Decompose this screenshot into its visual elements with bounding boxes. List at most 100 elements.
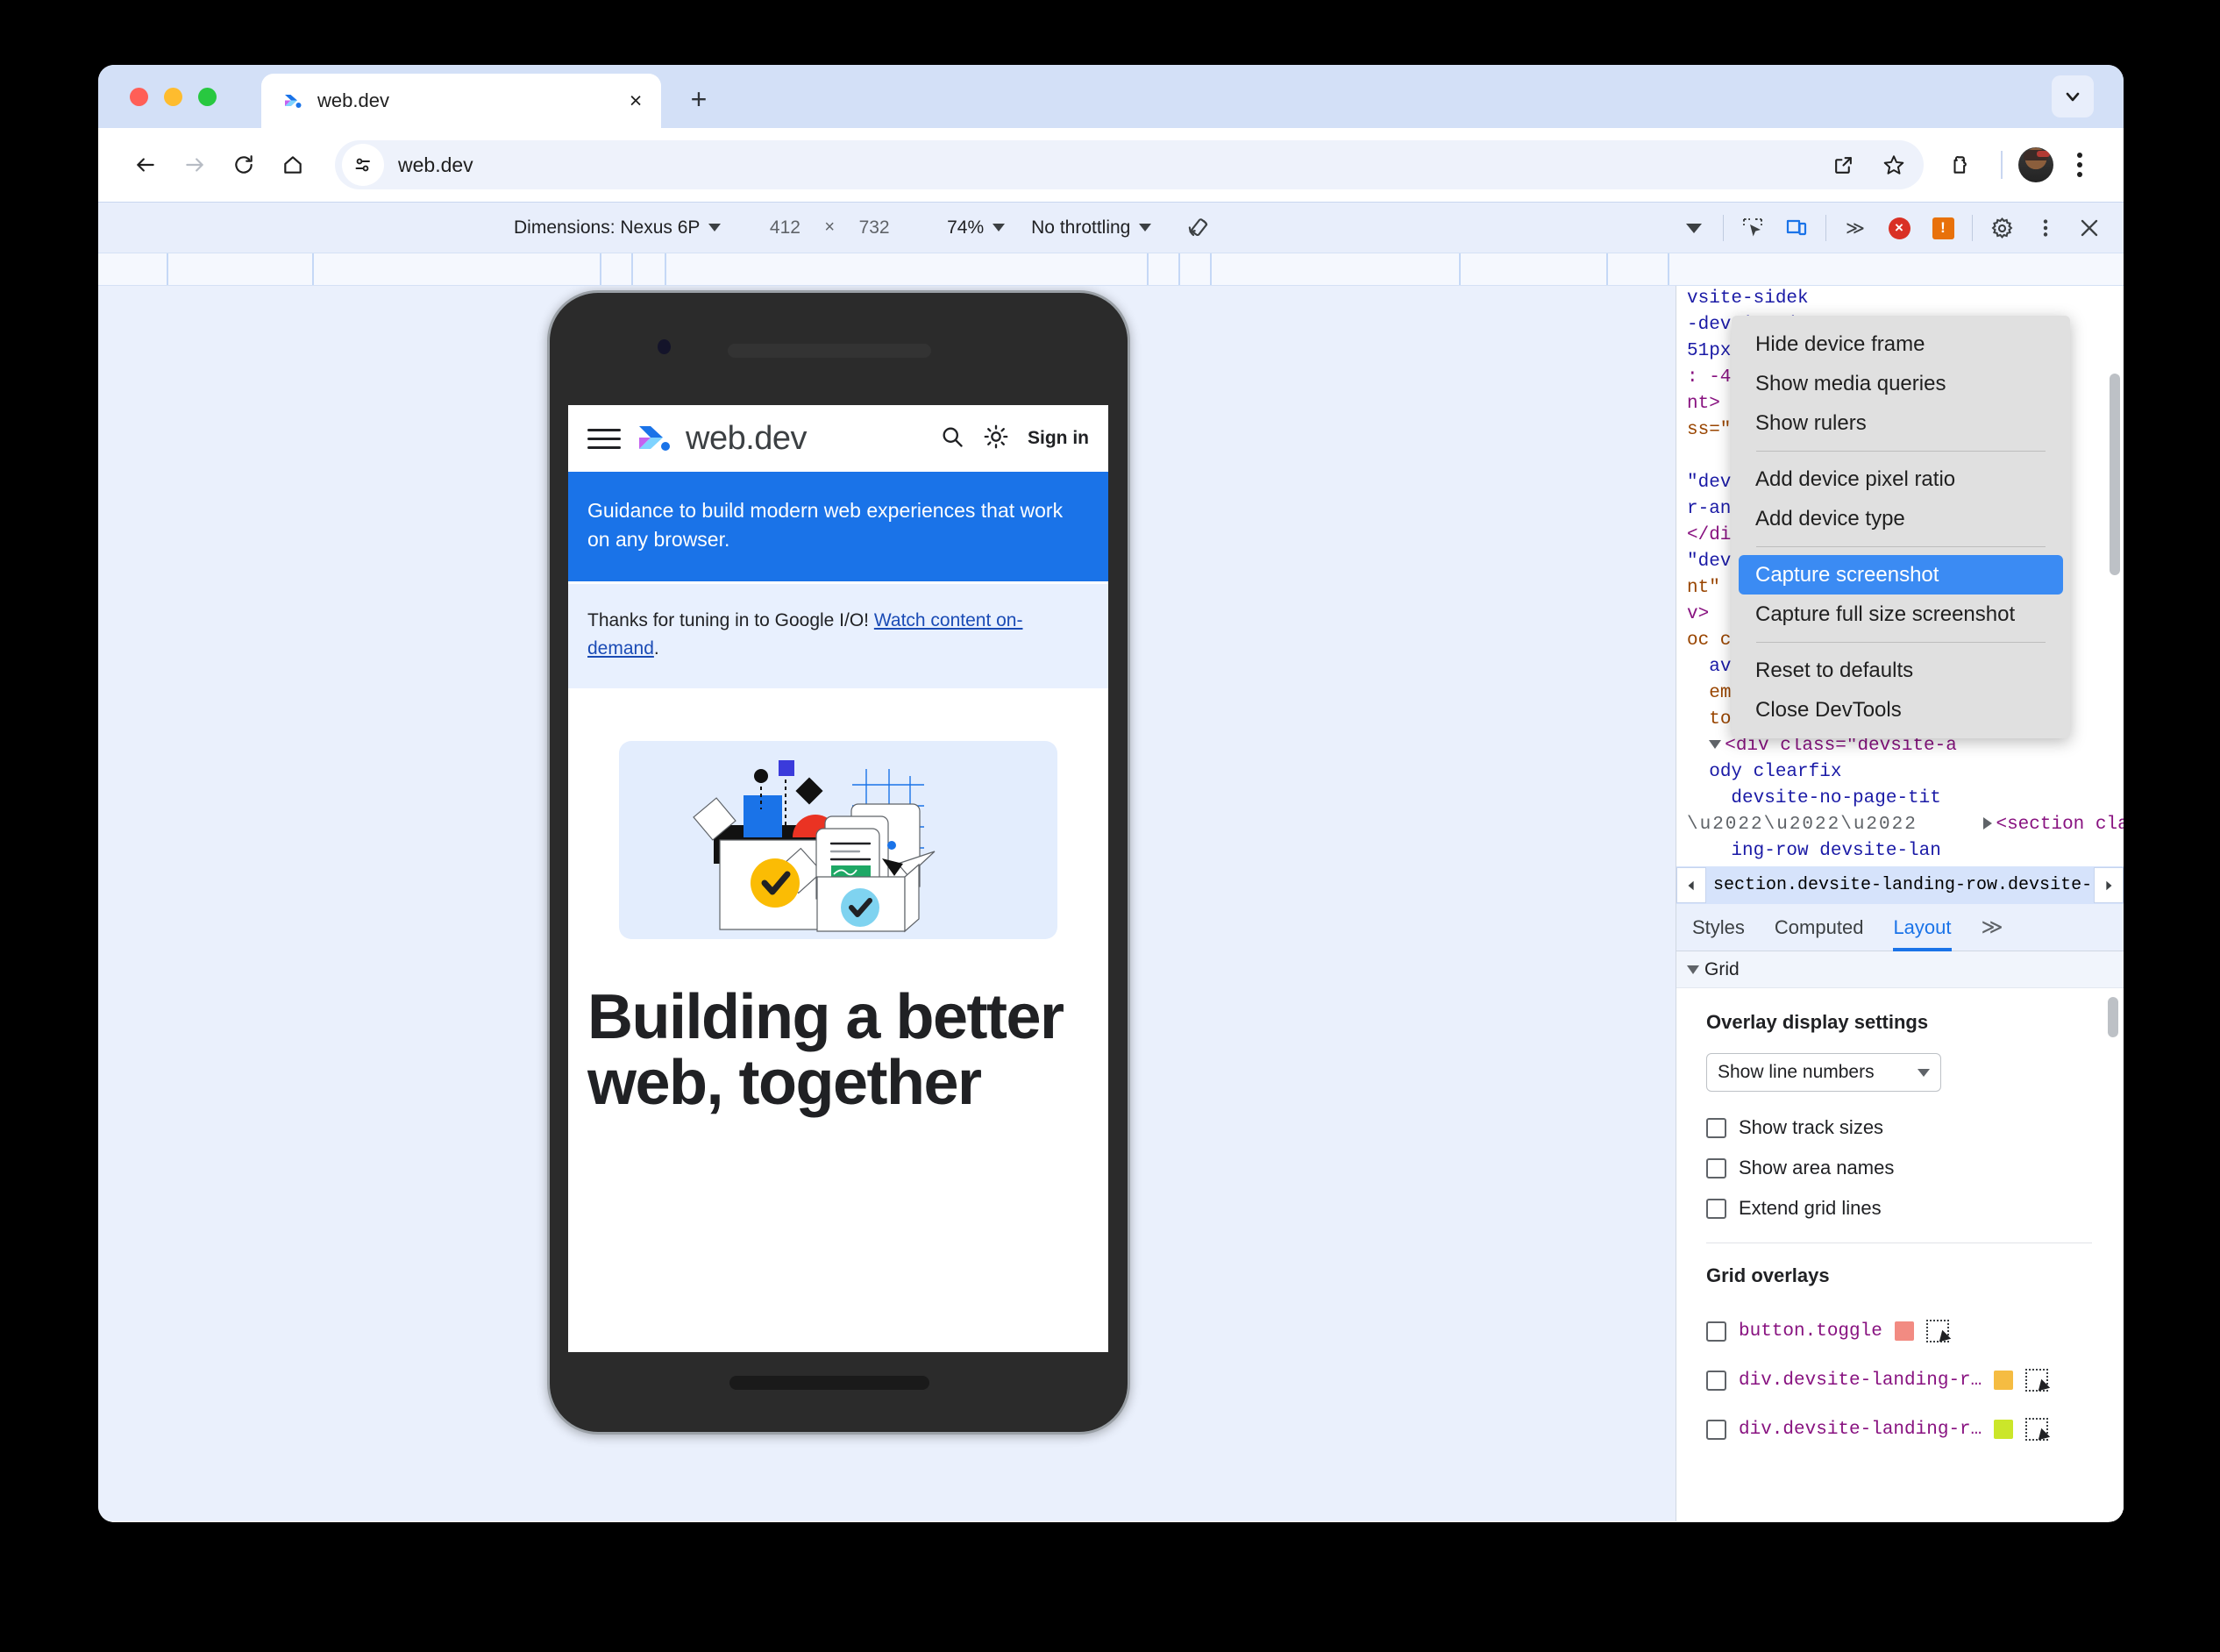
media-query-ruler[interactable] xyxy=(98,253,2124,286)
rotate-icon[interactable] xyxy=(1178,207,1220,249)
grid-overlay-item[interactable]: div.devsite-landing-r… xyxy=(1706,1356,2124,1405)
minimize-window-button[interactable] xyxy=(164,88,182,106)
more-tabs-icon[interactable]: ≫ xyxy=(1982,915,2003,940)
forward-button[interactable] xyxy=(170,140,219,189)
menu-divider xyxy=(1756,451,2046,452)
checkbox-icon[interactable] xyxy=(1706,1321,1726,1342)
theme-toggle-sun-icon[interactable] xyxy=(984,424,1008,453)
line-numbers-select[interactable]: Show line numbers xyxy=(1706,1053,1941,1092)
avatar[interactable] xyxy=(2018,147,2053,182)
collapse-triangle-icon[interactable] xyxy=(1983,817,1993,830)
checkbox-extend-grid-lines[interactable]: Extend grid lines xyxy=(1706,1188,2124,1228)
back-button[interactable] xyxy=(121,140,170,189)
dom-line: devsite-no-page-tit xyxy=(1731,788,1941,808)
close-devtools-icon[interactable] xyxy=(2067,206,2111,250)
hamburger-menu-icon[interactable] xyxy=(587,422,621,455)
menu-item-add-device-pixel-ratio[interactable]: Add device pixel ratio xyxy=(1732,459,2070,499)
tab-strip: web.dev × + xyxy=(98,65,2124,128)
menu-item-reset-to-defaults[interactable]: Reset to defaults xyxy=(1732,651,2070,690)
menu-item-hide-device-frame[interactable]: Hide device frame xyxy=(1732,324,2070,364)
menu-item-capture-screenshot[interactable]: Capture screenshot xyxy=(1739,555,2063,595)
grid-section-header[interactable]: Grid xyxy=(1676,951,2124,988)
browser-tab-webdev[interactable]: web.dev × xyxy=(261,74,661,128)
more-options-caret-icon[interactable] xyxy=(1672,206,1716,250)
menu-item-show-media-queries[interactable]: Show media queries xyxy=(1732,364,2070,403)
throttling-select[interactable]: No throttling xyxy=(1024,214,1158,242)
breadcrumb-scroll-right-icon[interactable] xyxy=(2094,867,2124,903)
error-count-badge[interactable]: × xyxy=(1877,206,1921,250)
device-preset-select[interactable]: Dimensions: Nexus 6P xyxy=(507,214,728,242)
new-tab-button[interactable]: + xyxy=(680,81,717,117)
devtools-sidebar-tabs: Styles Computed Layout ≫ xyxy=(1676,904,2124,951)
announcement-prefix: Thanks for tuning in to Google I/O! xyxy=(587,610,874,631)
maximize-window-button[interactable] xyxy=(198,88,217,106)
browser-menu-button[interactable] xyxy=(2059,144,2101,186)
webdev-announcement-banner: Thanks for tuning in to Google I/O! Watc… xyxy=(568,581,1108,689)
grid-overlay-item[interactable]: div.devsite-landing-r… xyxy=(1706,1405,2124,1454)
extensions-puzzle-icon[interactable] xyxy=(1936,140,1985,189)
more-panels-icon[interactable]: ≫ xyxy=(1833,206,1877,250)
grid-panel-scrollbar[interactable] xyxy=(2108,997,2118,1037)
tab-layout[interactable]: Layout xyxy=(1893,904,1952,951)
chevron-down-icon xyxy=(993,224,1006,231)
tab-styles[interactable]: Styles xyxy=(1692,904,1745,951)
gear-icon[interactable] xyxy=(1980,206,2024,250)
menu-item-add-device-type[interactable]: Add device type xyxy=(1732,499,2070,538)
chevron-down-icon xyxy=(708,224,722,231)
device-screen[interactable]: web.dev Sign in Guidance to build modern… xyxy=(568,405,1108,1352)
grid-overlays-title: Grid overlays xyxy=(1706,1264,1830,1286)
viewport-width-input[interactable] xyxy=(751,216,820,239)
overlay-color-swatch[interactable] xyxy=(1994,1371,2014,1390)
tab-computed[interactable]: Computed xyxy=(1775,904,1864,951)
grid-overlay-item[interactable]: button.toggle xyxy=(1706,1307,2124,1356)
zoom-select[interactable]: 74% xyxy=(940,214,1012,242)
window-controls xyxy=(130,88,217,106)
close-window-button[interactable] xyxy=(130,88,148,106)
chevron-down-icon[interactable] xyxy=(2052,75,2094,117)
webdev-logo-icon[interactable] xyxy=(633,418,673,459)
checkbox-label: Show area names xyxy=(1739,1157,1895,1178)
reload-button[interactable] xyxy=(219,140,268,189)
address-bar[interactable]: web.dev xyxy=(335,140,1924,189)
close-icon[interactable]: × xyxy=(623,88,649,114)
viewport-height-input[interactable] xyxy=(840,216,909,239)
expand-triangle-icon[interactable] xyxy=(1709,740,1722,750)
share-icon[interactable] xyxy=(1822,144,1864,186)
dom-line: ing-row devsite-lan xyxy=(1731,841,1941,861)
overlay-display-settings-title: Overlay display settings xyxy=(1706,1011,1929,1033)
dom-line: <section class="dev xyxy=(1996,815,2124,835)
select-element-icon[interactable] xyxy=(1925,1320,1949,1342)
menu-item-capture-full-size-screenshot[interactable]: Capture full size screenshot xyxy=(1732,595,2070,634)
breadcrumb-scroll-left-icon[interactable] xyxy=(1676,867,1706,903)
dom-ellipsis[interactable]: \u2022\u2022\u2022 xyxy=(1687,815,1918,835)
checkbox-icon[interactable] xyxy=(1706,1370,1726,1391)
home-button[interactable] xyxy=(268,140,317,189)
checkbox-show-track-sizes[interactable]: Show track sizes xyxy=(1706,1107,2124,1148)
breadcrumb-selected-node[interactable]: section.devsite-landing-row.devsite- xyxy=(1706,875,2092,895)
webdev-hero-illustration xyxy=(619,741,1057,940)
select-element-icon[interactable] xyxy=(2025,1418,2049,1441)
sign-in-button[interactable]: Sign in xyxy=(1028,428,1089,449)
dom-line: ody clearfix xyxy=(1709,762,1842,782)
address-bar-url: web.dev xyxy=(398,153,473,176)
overlay-color-swatch[interactable] xyxy=(1894,1321,1914,1341)
dom-tree-vertical-scrollbar[interactable] xyxy=(2110,374,2120,575)
dom-line: nt> xyxy=(1687,394,1720,414)
search-icon[interactable] xyxy=(940,424,964,453)
menu-item-show-rulers[interactable]: Show rulers xyxy=(1732,403,2070,443)
checkbox-icon[interactable] xyxy=(1706,1419,1726,1440)
checkbox-show-area-names[interactable]: Show area names xyxy=(1706,1148,2124,1188)
toggle-device-toolbar-icon[interactable] xyxy=(1775,206,1818,250)
devtools-menu-button[interactable] xyxy=(2024,206,2067,250)
warning-count-badge[interactable]: ! xyxy=(1921,206,1965,250)
toolbar-right-actions xyxy=(1936,140,2101,189)
inspect-element-icon[interactable] xyxy=(1731,206,1775,250)
select-element-icon[interactable] xyxy=(2025,1369,2049,1392)
menu-item-close-devtools[interactable]: Close DevTools xyxy=(1732,690,2070,730)
site-settings-icon[interactable] xyxy=(342,144,384,186)
bookmark-star-icon[interactable] xyxy=(1873,144,1915,186)
overlay-color-swatch[interactable] xyxy=(1994,1420,2014,1439)
dom-line: v> xyxy=(1687,604,1710,624)
menu-divider xyxy=(1756,546,2046,547)
overlay-selector-label: div.devsite-landing-r… xyxy=(1739,1370,1982,1391)
